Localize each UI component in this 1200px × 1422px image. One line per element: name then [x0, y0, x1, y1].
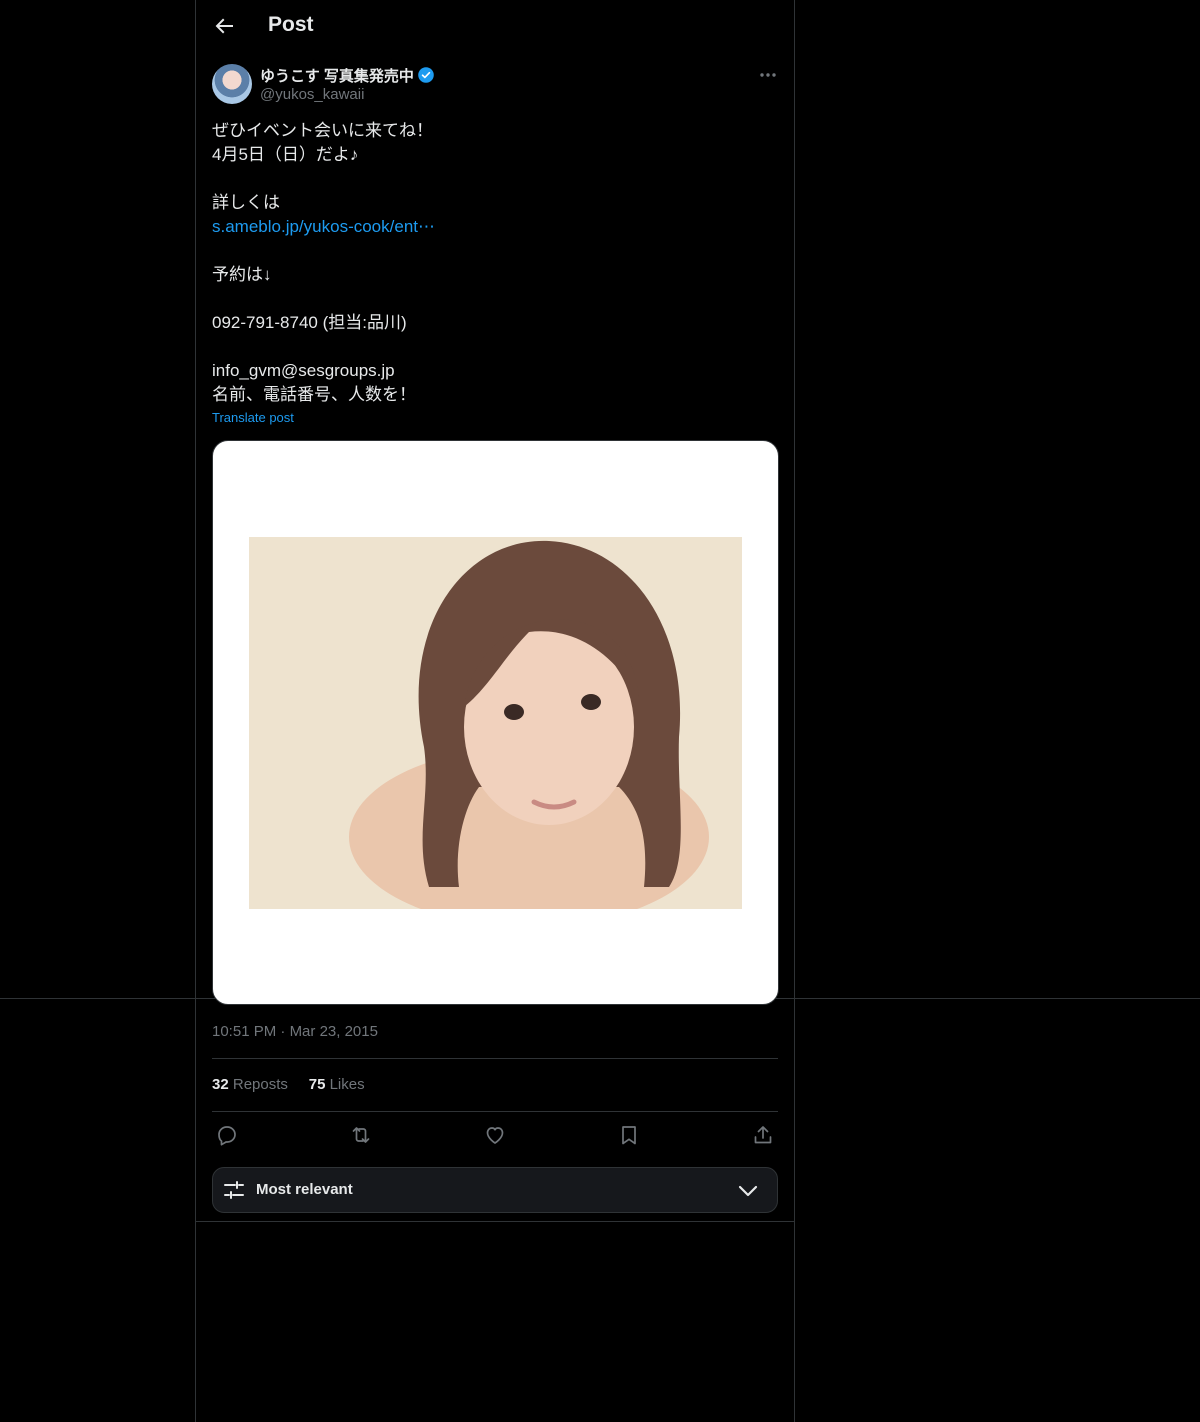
timestamp-separator: ·: [280, 1023, 286, 1040]
reply-icon[interactable]: [215, 1123, 239, 1147]
author-name[interactable]: ゆうこす 写真集発売中: [260, 68, 414, 85]
likes-count: 75: [308, 1076, 326, 1093]
more-options-icon[interactable]: [758, 65, 778, 85]
author-handle[interactable]: @yukos_kawaii: [260, 86, 364, 103]
post-date[interactable]: Mar 23, 2015: [290, 1023, 378, 1040]
page-title: Post: [268, 13, 314, 36]
translate-post-link[interactable]: Translate post: [212, 410, 294, 425]
post-time[interactable]: 10:51 PM: [212, 1023, 276, 1040]
post-text-line: 092-791-8740 (担当:品川): [212, 313, 407, 332]
post-text-line: info_gvm@sesgroups.jp: [212, 361, 395, 380]
divider: [196, 1221, 794, 1222]
divider: [212, 1058, 778, 1059]
post-text-line: 詳しくは: [212, 193, 280, 212]
post-text-line: 予約は↓: [212, 265, 272, 284]
author-name-row[interactable]: ゆうこす 写真集発売中: [260, 65, 435, 86]
reposts-label: Reposts: [232, 1076, 288, 1093]
post-media[interactable]: [212, 440, 779, 1005]
sliders-icon: [224, 1181, 244, 1199]
verified-badge-icon: [418, 67, 434, 83]
replies-sort-dropdown[interactable]: Most relevant: [212, 1167, 778, 1213]
like-icon[interactable]: [483, 1123, 507, 1147]
photo-image: [249, 537, 742, 909]
reposts-stat[interactable]: 32 Reposts: [212, 1076, 288, 1093]
likes-label: Likes: [329, 1076, 365, 1093]
sort-label: Most relevant: [256, 1181, 353, 1198]
chevron-down-icon: [738, 1185, 758, 1197]
likes-stat[interactable]: 75 Likes: [309, 1076, 365, 1093]
post-link[interactable]: s.ameblo.jp/yukos-cook/ent⋯: [212, 215, 778, 239]
post-text-line: 4月5日（日）だよ♪: [212, 145, 359, 164]
post-text-line: 名前、電話番号、人数を！: [212, 385, 416, 404]
post-text-line: ぜひイベント会いに来てね！: [212, 121, 433, 140]
arrow-left-icon[interactable]: [212, 14, 236, 38]
divider: [212, 1111, 778, 1112]
post-timestamp[interactable]: 10:51 PM · Mar 23, 2015: [212, 1023, 378, 1040]
repost-icon[interactable]: [349, 1123, 373, 1147]
avatar[interactable]: [212, 64, 252, 104]
engagement-stats: 32 Reposts 75 Likes: [212, 1076, 365, 1093]
share-icon[interactable]: [751, 1123, 775, 1147]
reposts-count: 32: [212, 1076, 229, 1093]
main-column: Post ゆうこす 写真集発売中 @yukos_kawaii ぜひイベント会いに…: [195, 0, 795, 1422]
bookmark-icon[interactable]: [617, 1123, 641, 1147]
post-text: ぜひイベント会いに来てね！ 4月5日（日）だよ♪ 詳しくは s.ameblo.jp/y…: [212, 119, 778, 407]
post-header: Post: [196, 0, 794, 53]
